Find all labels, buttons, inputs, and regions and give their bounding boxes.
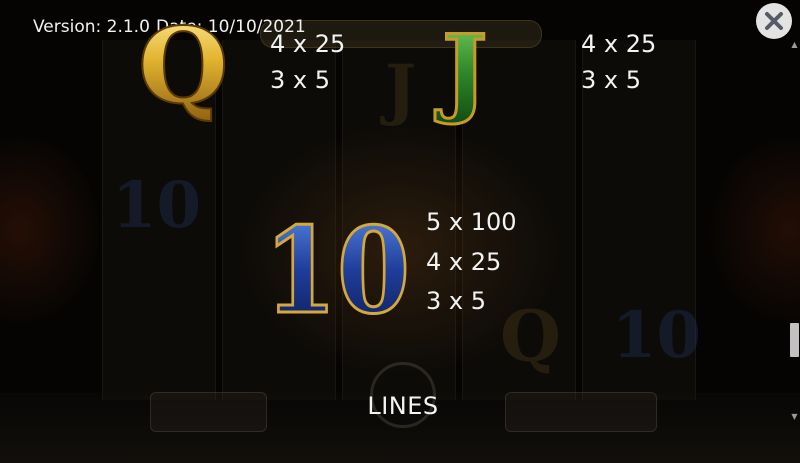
- symbol-j-pay-4: 4 x 25: [581, 30, 657, 58]
- symbol-10-pay-4: 4 x 25: [426, 248, 502, 276]
- paytable-scrollbar[interactable]: ▲ ▼: [789, 40, 800, 425]
- scroll-thumb[interactable]: [790, 323, 799, 357]
- lines-section-heading: LINES: [367, 392, 439, 420]
- background-reel-symbol: J: [385, 50, 417, 128]
- svg-text:Q: Q: [138, 4, 229, 127]
- symbol-q-pay-3: 3 x 5: [270, 66, 330, 94]
- svg-text:10: 10: [264, 201, 410, 340]
- scroll-up-arrow-icon[interactable]: ▲: [789, 40, 800, 50]
- background-reel-symbol: 10: [612, 298, 702, 373]
- symbol-j-icon: J: [433, 13, 524, 129]
- scroll-down-arrow-icon[interactable]: ▼: [789, 412, 800, 422]
- symbol-q-icon: Q: [132, 3, 244, 128]
- background-reel-symbol: Q: [500, 295, 561, 378]
- symbol-10-pay-3: 3 x 5: [426, 287, 486, 315]
- background-reel-symbol: 10: [112, 168, 202, 243]
- paytable-screen: 10 10 Q J Version: 2.1.0 Date: 10/10/202…: [0, 0, 800, 463]
- symbol-j-pay-3: 3 x 5: [581, 66, 641, 94]
- symbol-10-icon: 10: [263, 200, 414, 342]
- symbol-10-pay-5: 5 x 100: [426, 208, 517, 236]
- symbol-q-pay-4: 4 x 25: [270, 30, 346, 58]
- svg-text:J: J: [434, 14, 487, 127]
- close-button[interactable]: [756, 3, 792, 39]
- close-icon: [765, 12, 783, 30]
